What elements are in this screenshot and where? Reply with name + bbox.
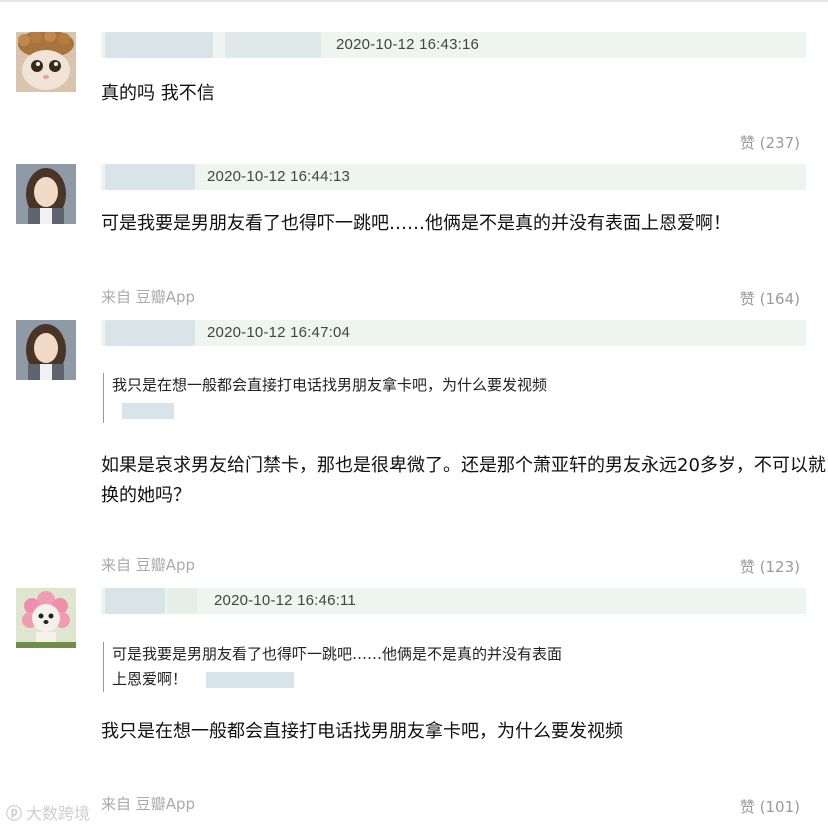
comment-body-line: 如果是哀求男友给门禁卡，那也是很卑微了。还是那个萧亚轩的男友永远20多岁，不可以… [101, 455, 826, 476]
username-blurred[interactable] [105, 588, 165, 614]
comment-body-line: 换的她吗？ [101, 485, 191, 506]
comment-source: 来自 豆瓣App [101, 556, 196, 574]
quoted-text: 我只是在想一般都会直接打电话找男朋友拿卡吧，为什么要发视频 [112, 376, 548, 394]
comment-source: 来自 豆瓣App [101, 795, 196, 813]
watermark-logo-icon: ⓟ [6, 804, 23, 823]
comment-body: 我只是在想一般都会直接打电话找男朋友拿卡吧，为什么要发视频 [101, 721, 623, 742]
like-button[interactable]: 赞 (123) [740, 556, 800, 577]
username-blurred [225, 32, 321, 58]
like-button[interactable]: 赞 (237) [740, 132, 800, 153]
quoted-username-blurred[interactable] [205, 671, 294, 688]
username-blurred[interactable] [105, 32, 213, 58]
comment-timestamp: 2020-10-12 16:47:04 [207, 324, 351, 341]
comment-timestamp: 2020-10-12 16:46:11 [214, 592, 356, 609]
quoted-text: 可是我要是男朋友看了也得吓一跳吧……他俩是不是真的并没有表面 [112, 645, 563, 663]
top-divider [0, 0, 828, 2]
quoted-username-blurred[interactable] [122, 402, 174, 419]
quoted-text: 上恩爱啊！ [112, 670, 188, 688]
woman-avatar-icon[interactable] [16, 164, 76, 224]
comment-body: 真的吗 我不信 [101, 83, 215, 104]
like-button[interactable]: 赞 (101) [740, 796, 800, 817]
comment-header: 2020-10-12 16:47:04 [101, 320, 806, 346]
comment-source: 来自 豆瓣App [101, 288, 196, 306]
watermark-text: 大数跨境 [26, 804, 91, 823]
quoted-comment: 我只是在想一般都会直接打电话找男朋友拿卡吧，为什么要发视频 [103, 373, 547, 423]
quoted-comment: 可是我要是男朋友看了也得吓一跳吧……他俩是不是真的并没有表面 上恩爱啊！ [103, 642, 562, 692]
comment-body: 如果是哀求男友给门禁卡，那也是很卑微了。还是那个萧亚轩的男友永远20多岁，不可以… [101, 451, 826, 511]
comment-header: 2020-10-12 16:46:11 [101, 588, 806, 614]
comment-timestamp: 2020-10-12 16:43:16 [336, 36, 480, 53]
woman-avatar-icon[interactable] [16, 320, 76, 380]
like-button[interactable]: 赞 (164) [740, 288, 800, 309]
comment-timestamp: 2020-10-12 16:44:13 [207, 168, 351, 185]
watermark: ⓟ 大数跨境 [6, 800, 90, 824]
username-blurred[interactable] [105, 320, 195, 346]
username-blurred [167, 588, 197, 614]
flower-dog-avatar-icon[interactable] [16, 588, 76, 648]
username-blurred[interactable] [105, 164, 195, 190]
comment-body: 可是我要是男朋友看了也得吓一跳吧……他俩是不是真的并没有表面上恩爱啊！ [101, 213, 731, 234]
cat-avatar-icon[interactable] [16, 32, 76, 92]
comment-header: 2020-10-12 16:44:13 [101, 164, 806, 190]
comment-header: 2020-10-12 16:43:16 [101, 32, 806, 58]
